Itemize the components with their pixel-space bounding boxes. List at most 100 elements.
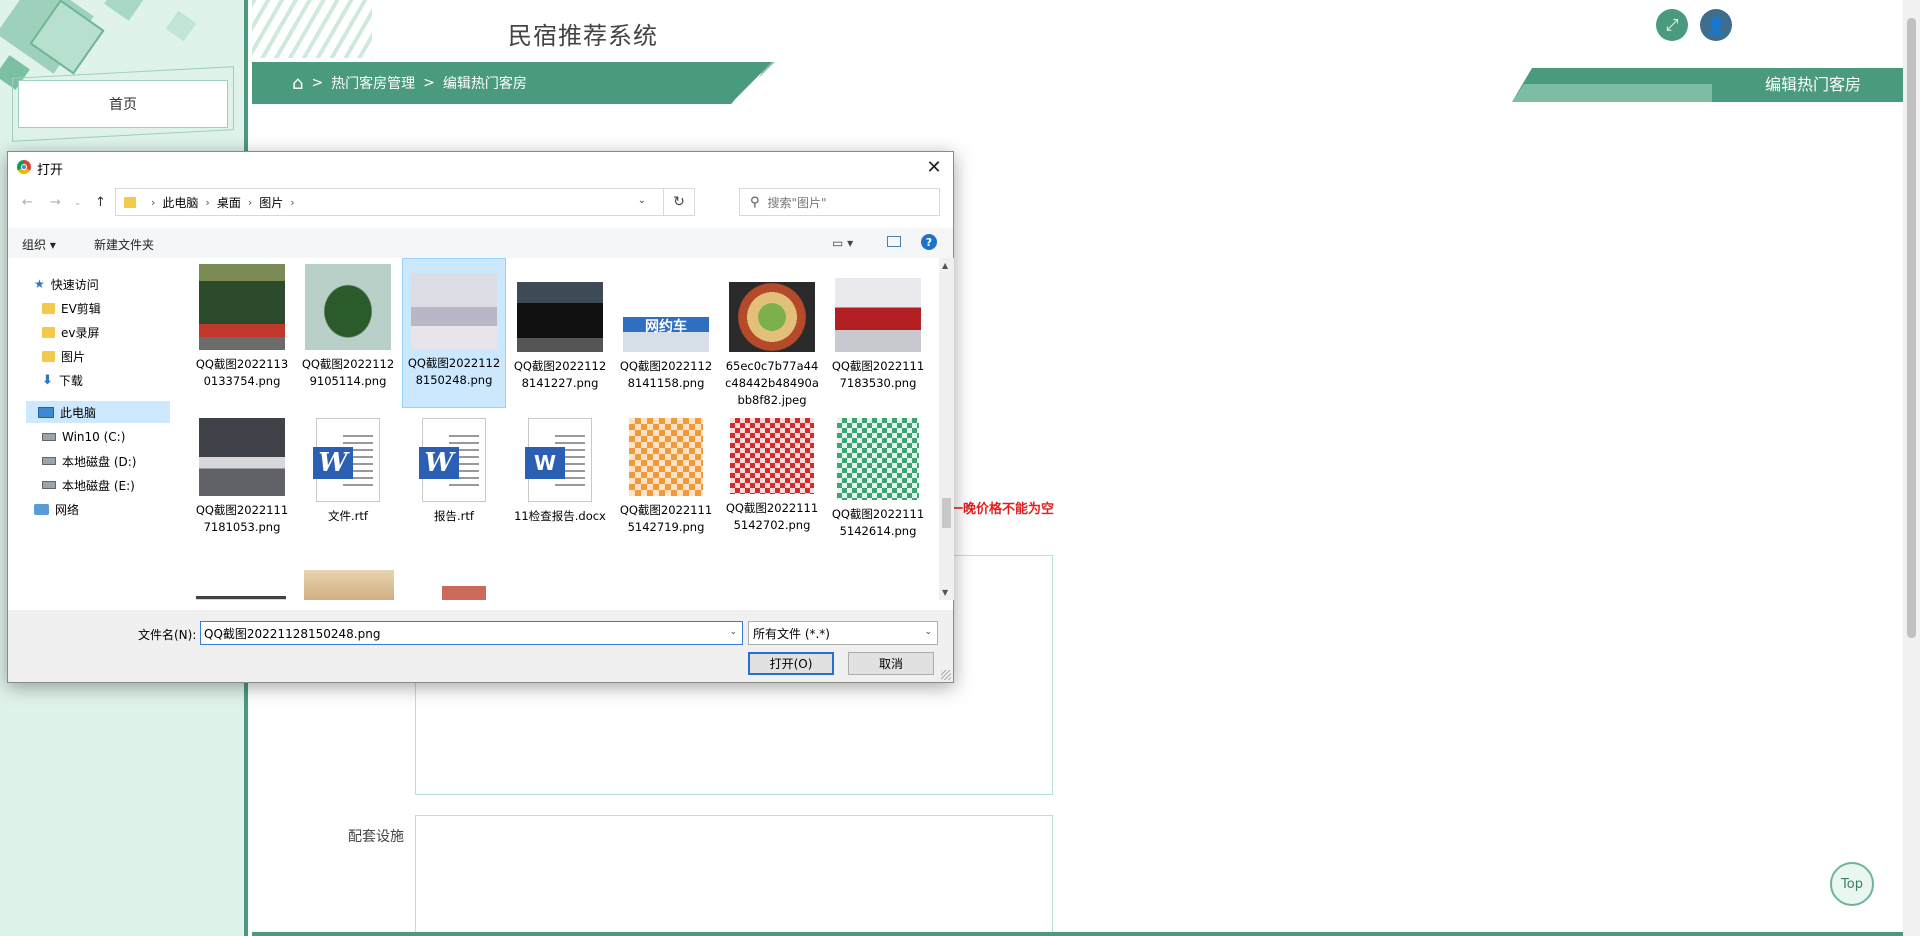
network-icon	[34, 503, 49, 515]
search-placeholder: 搜索"图片"	[767, 195, 827, 210]
back-arrow-icon[interactable]: ←	[22, 195, 33, 210]
file-item[interactable]: W 文件.rtf	[296, 414, 400, 525]
file-item[interactable]: QQ截图20221130133754.png	[190, 260, 294, 390]
facilities-label: 配套设施	[348, 829, 404, 845]
nav-quick-access[interactable]: ★ 快速访问	[34, 273, 99, 295]
search-input[interactable]: ⚲ 搜索"图片"	[739, 188, 940, 216]
recent-dropdown-icon[interactable]: ⌄	[74, 198, 82, 208]
file-name: QQ截图20221115142719.png	[619, 503, 713, 534]
filetype-select[interactable]: 所有文件 (*.*) ⌄	[748, 621, 938, 645]
facilities-textarea[interactable]	[415, 815, 1053, 936]
file-item[interactable]: QQ截图20221117181053.png	[190, 414, 294, 536]
scrollbar-thumb[interactable]	[942, 498, 951, 528]
refresh-icon[interactable]: ↻	[663, 189, 694, 215]
file-item[interactable]: 65ec0c7b77a44c48442b48490abb8f82.jpeg	[720, 260, 824, 409]
chevron-down-icon[interactable]: ⌄	[924, 627, 932, 637]
file-item[interactable]: W 报告.rtf	[402, 414, 506, 525]
nav-folder-downloads[interactable]: ⬇ 下载	[42, 369, 83, 391]
image-thumbnail[interactable]	[196, 596, 286, 600]
chevron-right-icon[interactable]: ›	[205, 196, 209, 209]
image-thumbnail	[305, 264, 391, 350]
file-item[interactable]: QQ截图20221115142719.png	[614, 414, 718, 536]
file-item[interactable]: 网约车 QQ截图20221128141158.png	[614, 260, 718, 392]
file-item[interactable]: W 11检查报告.docx	[508, 414, 612, 525]
user-icon[interactable]: 👤	[1700, 9, 1732, 41]
file-list-scrollbar[interactable]: ▲ ▼	[939, 258, 954, 600]
word-file-icon: W	[525, 418, 592, 502]
chevron-down-icon[interactable]: ⌄	[638, 195, 646, 206]
nav-label: 本地磁盘 (D:)	[62, 454, 137, 469]
view-options-icon[interactable]: ▭ ▾	[832, 236, 853, 250]
image-thumbnail[interactable]	[304, 570, 394, 600]
chevron-right-icon[interactable]: ›	[248, 196, 252, 209]
file-name: QQ截图20221115142614.png	[831, 507, 925, 538]
up-arrow-icon[interactable]: ↑	[95, 195, 106, 210]
nav-folder-ev-record[interactable]: ev录屏	[42, 321, 100, 343]
breadcrumb-item-edit: 编辑热门客房	[442, 76, 527, 92]
navigation-pane: ★ 快速访问 EV剪辑 ev录屏 图片 ⬇ 下载 此电脑 Win10 (C:)	[8, 258, 178, 598]
nav-folder-pictures[interactable]: 图片	[42, 345, 85, 367]
address-segment[interactable]: 桌面	[217, 194, 241, 211]
rtf-file-icon: W	[419, 418, 486, 502]
scroll-up-icon[interactable]: ▲	[942, 261, 948, 270]
page-tag-decor	[1512, 84, 1712, 102]
back-to-top-button[interactable]: Top	[1830, 862, 1874, 906]
cancel-button[interactable]: 取消	[848, 652, 934, 675]
dialog-title: 打开	[37, 163, 64, 178]
home-icon[interactable]: ⌂	[292, 73, 303, 94]
image-thumbnail[interactable]	[442, 586, 486, 600]
address-segment[interactable]: 此电脑	[162, 194, 198, 211]
nav-this-pc[interactable]: 此电脑	[26, 401, 170, 423]
file-item[interactable]: QQ截图20221128141227.png	[508, 260, 612, 392]
nav-drive-d[interactable]: 本地磁盘 (D:)	[42, 450, 136, 472]
chevron-down-icon[interactable]: ⌄	[729, 627, 737, 637]
close-icon[interactable]: ✕	[921, 154, 947, 180]
nav-drive-e[interactable]: 本地磁盘 (E:)	[42, 474, 135, 496]
image-thumbnail	[517, 282, 603, 352]
nav-item-home[interactable]: 首页	[18, 80, 228, 128]
nav-network[interactable]: 网络	[34, 498, 79, 520]
open-button[interactable]: 打开(O)	[748, 652, 834, 675]
file-name: 65ec0c7b77a44c48442b48490abb8f82.jpeg	[725, 359, 819, 407]
scroll-down-icon[interactable]: ▼	[942, 588, 948, 597]
rtf-file-icon: W	[313, 418, 380, 502]
nav-drive-c[interactable]: Win10 (C:)	[42, 426, 125, 448]
file-item-selected[interactable]: QQ截图20221128150248.png	[402, 258, 506, 408]
file-item[interactable]: QQ截图20221115142702.png	[720, 414, 824, 534]
breadcrumb-item-room-mgmt[interactable]: 热门客房管理	[331, 73, 415, 93]
preview-pane-icon[interactable]	[887, 236, 901, 247]
help-icon[interactable]: ?	[921, 234, 937, 250]
scrollbar-thumb[interactable]	[1907, 18, 1916, 638]
dialog-titlebar[interactable]: 打开 ✕	[8, 152, 953, 182]
search-icon: ⚲	[750, 194, 760, 210]
file-name: QQ截图20221117181053.png	[195, 503, 289, 534]
file-item[interactable]: QQ截图20221117183530.png	[826, 260, 930, 392]
organize-button[interactable]: 组织 ▾	[22, 236, 56, 253]
nav-folder-ev-edit[interactable]: EV剪辑	[42, 297, 101, 319]
new-folder-button[interactable]: 新建文件夹	[94, 236, 154, 253]
decor-shape	[104, 0, 146, 21]
page-scrollbar[interactable]	[1903, 0, 1920, 936]
price-error: 一晚价格不能为空	[950, 502, 1055, 517]
nav-label: 此电脑	[60, 405, 97, 420]
address-segment[interactable]: 图片	[259, 194, 283, 211]
nav-label: 图片	[61, 349, 86, 364]
chevron-right-icon[interactable]: ›	[151, 196, 155, 209]
forward-arrow-icon[interactable]: →	[50, 195, 61, 210]
drive-icon	[42, 481, 56, 489]
file-name: 11检查报告.docx	[514, 509, 606, 523]
folder-icon	[42, 302, 55, 314]
nav-label: 快速访问	[50, 277, 99, 292]
fullscreen-icon[interactable]: ⤢	[1656, 9, 1688, 41]
file-item[interactable]: QQ截图20221129105114.png	[296, 260, 400, 390]
filename-input[interactable]: QQ截图20221128150248.png ⌄	[200, 621, 743, 645]
folder-icon	[42, 350, 55, 362]
address-bar[interactable]: › 此电脑 › 桌面 › 图片 › ⌄ ↻	[115, 188, 695, 216]
file-item[interactable]: QQ截图20221115142614.png	[826, 414, 930, 540]
computer-icon	[38, 406, 54, 418]
chevron-right-icon[interactable]: ›	[290, 196, 294, 209]
image-thumbnail	[199, 264, 285, 350]
resize-grip-icon[interactable]	[941, 670, 951, 680]
nav-label: Win10 (C:)	[62, 430, 126, 444]
image-thumbnail	[835, 278, 921, 352]
